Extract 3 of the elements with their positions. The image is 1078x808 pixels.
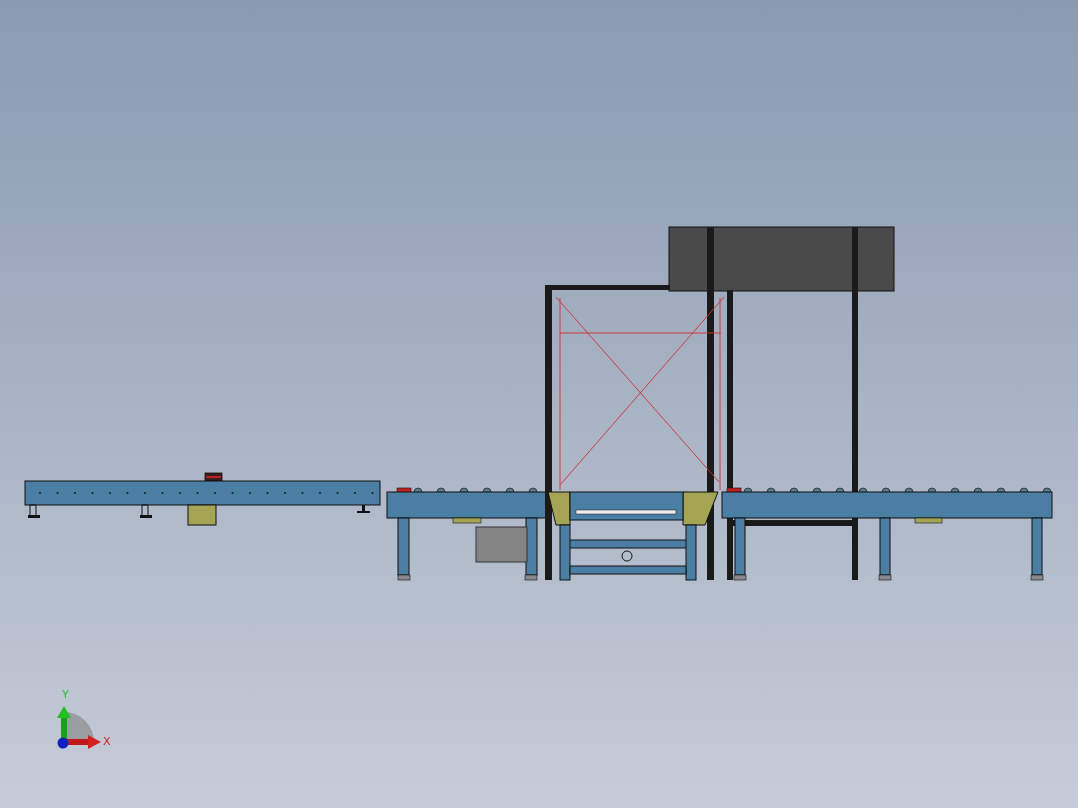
y-axis-label: Y	[62, 688, 69, 701]
x-axis-label: X	[103, 735, 111, 748]
axis-triad-icon	[57, 706, 101, 749]
